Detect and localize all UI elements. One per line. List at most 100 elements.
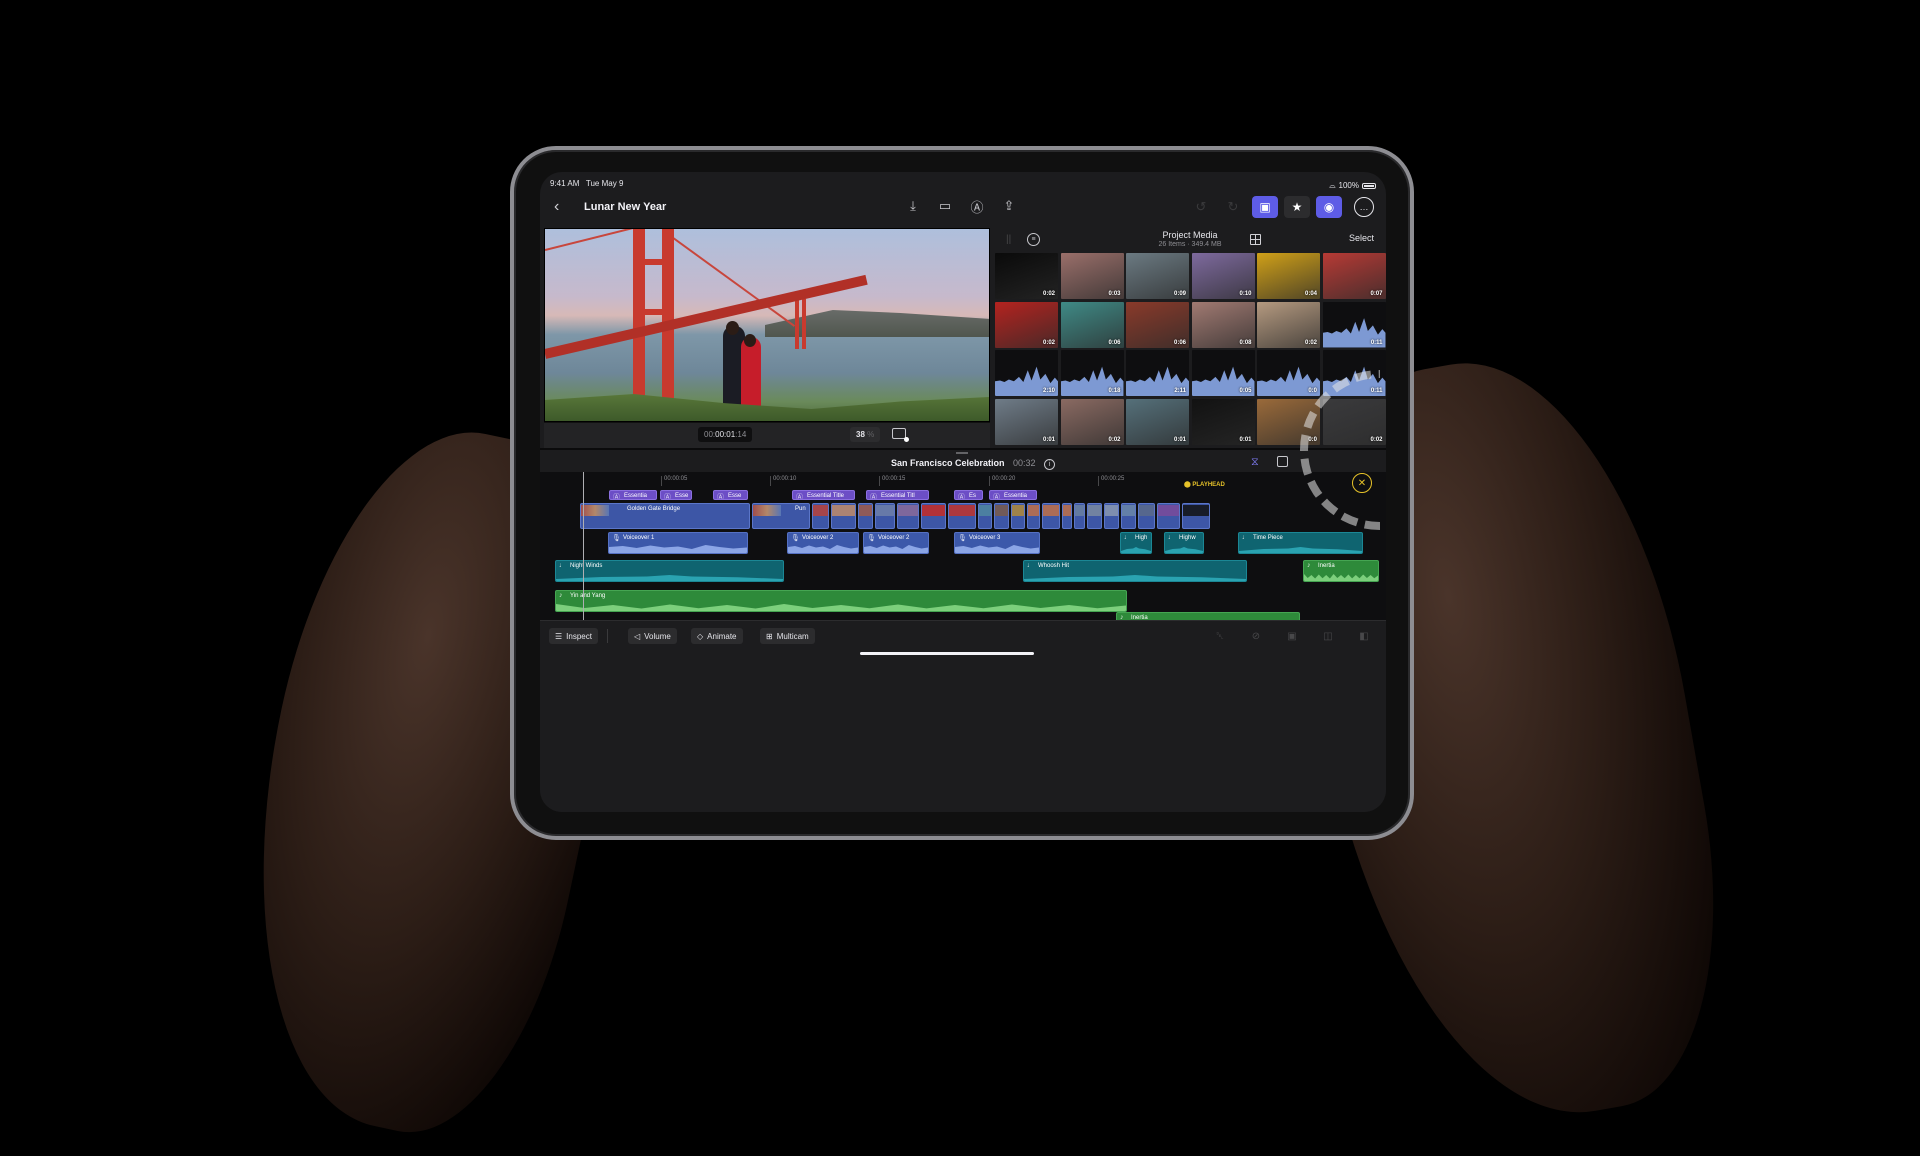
grid-view-icon[interactable]	[1250, 234, 1261, 245]
video-clip[interactable]	[978, 503, 992, 529]
viewer-zoom[interactable]: 38 %	[850, 427, 881, 442]
redo-icon[interactable]: ↻	[1220, 196, 1246, 218]
video-media-tile[interactable]: 0:10	[1191, 253, 1255, 299]
video-media-tile[interactable]: 0:02	[995, 301, 1058, 348]
timecode-display[interactable]: 00:00:01:14	[698, 427, 753, 442]
effects-icon[interactable]: ★	[1284, 196, 1310, 218]
close-icon[interactable]: ✕	[1352, 473, 1372, 493]
detach-icon[interactable]: ▣	[1284, 628, 1300, 644]
video-media-tile[interactable]: 0:02	[1257, 301, 1320, 348]
multicam-button[interactable]: ⊞ Multicam	[760, 628, 815, 644]
video-clip[interactable]	[921, 503, 946, 529]
video-media-tile[interactable]: 0:06	[1126, 301, 1189, 348]
music-clip-yin-and-yang[interactable]: ♪ Yin and Yang	[555, 590, 1127, 612]
video-clip[interactable]	[994, 503, 1009, 529]
chevron-left-icon[interactable]: ‹	[554, 198, 559, 216]
video-clip[interactable]	[1182, 503, 1210, 529]
video-clip[interactable]	[1042, 503, 1060, 529]
voiceover-clip[interactable]: 🎙 Voiceover 2	[787, 532, 859, 554]
more-icon[interactable]: …	[1354, 197, 1374, 217]
audio-media-tile[interactable]: 0:18	[1060, 350, 1124, 396]
resize-grip[interactable]	[956, 452, 968, 454]
delete-icon[interactable]: ␡	[1212, 628, 1228, 644]
video-clip[interactable]	[812, 503, 829, 529]
snapping-icon[interactable]	[1277, 456, 1288, 467]
video-clip[interactable]	[897, 503, 919, 529]
video-media-tile[interactable]: 0:02	[1060, 398, 1124, 445]
split-icon[interactable]: ◫	[1320, 628, 1336, 644]
inspect-button[interactable]: ☰ Inspect	[549, 628, 598, 644]
video-media-tile[interactable]: 0:01	[995, 398, 1058, 445]
video-media-tile[interactable]: 0:01	[1191, 398, 1255, 445]
sfx-clip-whoosh-hit[interactable]: ♩ Whoosh Hit	[1023, 560, 1247, 582]
sfx-clip[interactable]: ♩ Highw	[1164, 532, 1204, 554]
title-clip[interactable]: Ⓐ Essentia	[609, 490, 657, 500]
video-viewer[interactable]	[544, 228, 990, 422]
info-icon[interactable]: i	[1044, 459, 1056, 470]
home-indicator[interactable]	[860, 652, 1034, 655]
video-clip-golden-gate[interactable]: Golden Gate Bridge	[580, 503, 750, 529]
video-clip[interactable]	[1104, 503, 1119, 529]
playhead[interactable]	[583, 472, 584, 620]
audio-media-tile[interactable]: 2:11	[1126, 350, 1189, 396]
video-media-tile[interactable]: 0:01	[1126, 398, 1189, 445]
video-clip[interactable]	[1074, 503, 1085, 529]
video-clip[interactable]	[1121, 503, 1136, 529]
clip-thumbnail	[1063, 505, 1071, 516]
camera-icon[interactable]: ▭	[935, 196, 955, 216]
audio-media-tile[interactable]: 0:11	[1322, 301, 1386, 348]
video-clip[interactable]	[875, 503, 895, 529]
clip-label: Whoosh Hit	[1038, 563, 1070, 569]
video-clip[interactable]	[1087, 503, 1102, 529]
video-clip[interactable]	[1138, 503, 1155, 529]
video-media-tile[interactable]: 0:09	[1126, 253, 1189, 299]
enable-icon[interactable]: ⊘	[1248, 628, 1264, 644]
import-icon[interactable]: ⤓	[903, 196, 923, 216]
video-clip[interactable]	[1157, 503, 1180, 529]
voiceover-clip[interactable]: 🎙 Voiceover 3	[954, 532, 1040, 554]
video-clip[interactable]	[858, 503, 873, 529]
volume-button[interactable]: ◁ Volume	[628, 628, 677, 644]
undo-icon[interactable]: ↺	[1188, 196, 1214, 218]
video-clip[interactable]	[948, 503, 976, 529]
video-media-tile[interactable]: 0:07	[1322, 253, 1386, 299]
animate-button[interactable]: ◇ Animate	[691, 628, 743, 644]
link-icon[interactable]: ⧖	[1251, 456, 1259, 469]
music-clip-inertia[interactable]: ♪ Inertia	[1303, 560, 1379, 582]
sfx-clip[interactable]: ♩ High	[1120, 532, 1152, 554]
inspector-icon[interactable]: ◉	[1316, 196, 1342, 218]
video-clip[interactable]	[1027, 503, 1040, 529]
video-clip[interactable]	[831, 503, 856, 529]
title-clip[interactable]: Ⓐ Essential Titl	[866, 490, 929, 500]
audio-media-tile[interactable]: 2:10	[995, 350, 1058, 396]
select-button[interactable]: Select	[1349, 233, 1374, 243]
sfx-clip-night-winds[interactable]: ♩ Night Winds	[555, 560, 784, 582]
timeline[interactable]: 00:00:05 00:00:10 00:00:15 00:00:20 00:0…	[540, 472, 1386, 634]
video-clip[interactable]: Pun	[752, 503, 810, 529]
title-clip[interactable]: Ⓐ Essentia	[989, 490, 1037, 500]
video-clip[interactable]	[1011, 503, 1025, 529]
video-media-tile[interactable]: 0:08	[1191, 301, 1255, 348]
voiceover-clip[interactable]: 🎙 Voiceover 2	[863, 532, 929, 554]
voiceover-icon[interactable]: Ⓐ	[967, 196, 987, 216]
title-icon: Ⓐ	[664, 494, 671, 500]
video-clip[interactable]	[1062, 503, 1072, 529]
title-clip[interactable]: Ⓐ Esse	[660, 490, 692, 500]
tile-duration: 0:08	[1239, 339, 1252, 346]
photos-browser-icon[interactable]: ▣	[1252, 196, 1278, 218]
audio-media-tile[interactable]: 0:05	[1191, 350, 1255, 396]
sfx-clip[interactable]: ♩ Time Piece	[1238, 532, 1363, 554]
share-icon[interactable]: ⇪	[999, 196, 1019, 216]
viewer-controls: 00:00:01:14 38 %	[544, 422, 990, 448]
video-media-tile[interactable]: 0:03	[1060, 253, 1124, 299]
title-clip[interactable]: Ⓐ Es	[954, 490, 983, 500]
video-media-tile[interactable]: 0:02	[995, 253, 1058, 299]
replace-icon[interactable]: ◧	[1356, 628, 1372, 644]
title-clip[interactable]: Ⓐ Esse	[713, 490, 748, 500]
voiceover-clip[interactable]: 🎙 Voiceover 1	[608, 532, 748, 554]
video-media-tile[interactable]: 0:04	[1257, 253, 1320, 299]
title-clip[interactable]: Ⓐ Essential Title	[792, 490, 855, 500]
video-media-tile[interactable]: 0:06	[1060, 301, 1124, 348]
viewer-mode-icon[interactable]	[892, 428, 909, 442]
audio-media-tile[interactable]: 0:0	[1257, 350, 1320, 396]
